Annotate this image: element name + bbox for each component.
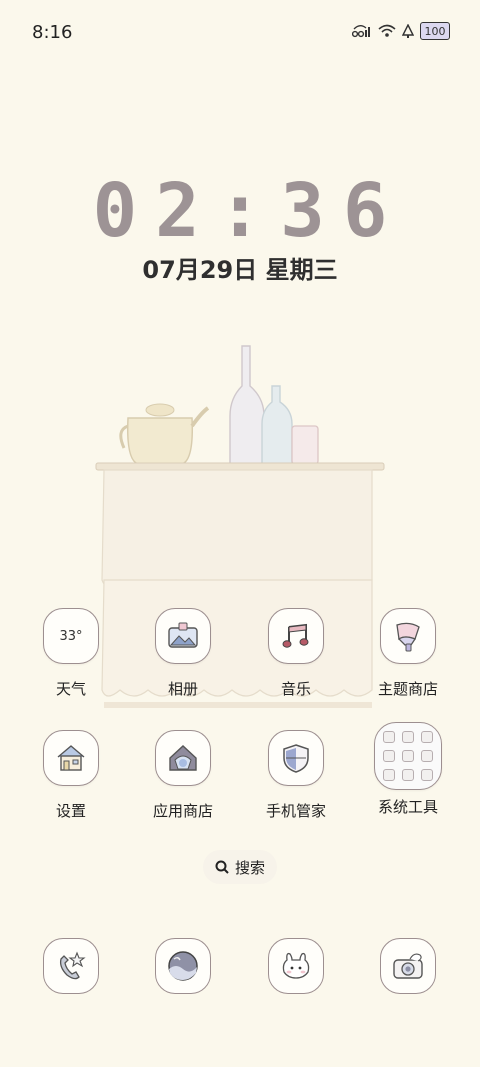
- search-label: 搜索: [234, 858, 265, 877]
- app-label: 天气: [55, 680, 86, 698]
- gallery-icon: [155, 608, 211, 664]
- dock-browser[interactable]: [155, 938, 211, 994]
- app-label: 相册: [167, 680, 198, 698]
- search-button[interactable]: 搜索: [203, 850, 277, 884]
- folder-app-icon: [421, 731, 433, 743]
- app-phone-manager[interactable]: 手机管家: [240, 730, 352, 821]
- music-icon: [268, 608, 324, 664]
- status-time: 8:16: [32, 22, 73, 43]
- app-label: 手机管家: [265, 802, 326, 820]
- folder-app-icon: [402, 731, 414, 743]
- weather-temperature: 33°: [59, 628, 83, 644]
- dock-messages[interactable]: [268, 938, 324, 994]
- app-label: 系统工具: [377, 798, 438, 816]
- search-icon: [215, 860, 229, 874]
- folder-app-icon: [383, 750, 395, 762]
- weather-icon: 33°: [43, 608, 99, 664]
- folder-app-icon: [402, 750, 414, 762]
- browser-icon: [168, 951, 198, 981]
- settings-icon: [43, 730, 99, 786]
- system-tools-folder-icon: [374, 722, 442, 790]
- app-settings[interactable]: 设置: [15, 730, 127, 821]
- messages-icon: [282, 952, 310, 979]
- phone-icon: [59, 951, 86, 980]
- tree-signal-icon: [402, 23, 414, 38]
- status-icons: 100: [352, 22, 450, 40]
- clock-time[interactable]: 02:36: [0, 168, 480, 254]
- app-app-store[interactable]: 应用商店: [127, 730, 239, 821]
- theme-store-icon: [380, 608, 436, 664]
- app-label: 应用商店: [152, 802, 213, 820]
- folder-app-icon: [421, 750, 433, 762]
- phone-manager-icon: [268, 730, 324, 786]
- app-gallery[interactable]: 相册: [127, 608, 239, 699]
- app-label: 音乐: [280, 680, 311, 698]
- dock-camera[interactable]: [380, 938, 436, 994]
- app-music[interactable]: 音乐: [240, 608, 352, 699]
- app-label: 主题商店: [377, 680, 438, 698]
- folder-app-icon: [383, 769, 395, 781]
- folder-system-tools[interactable]: 系统工具: [352, 722, 464, 817]
- battery-indicator: 100: [420, 22, 450, 40]
- app-store-icon: [155, 730, 211, 786]
- wifi-icon: [378, 24, 396, 37]
- camera-icon: [393, 953, 423, 979]
- folder-app-icon: [421, 769, 433, 781]
- app-theme-store[interactable]: 主题商店: [352, 608, 464, 699]
- app-weather[interactable]: 33° 天气: [15, 608, 127, 699]
- folder-app-icon: [383, 731, 395, 743]
- folder-app-icon: [402, 769, 414, 781]
- dock-phone[interactable]: [43, 938, 99, 994]
- app-label: 设置: [55, 802, 86, 820]
- clock-date: 07月29日 星期三: [142, 256, 338, 284]
- hd-signal-icon: [352, 25, 370, 38]
